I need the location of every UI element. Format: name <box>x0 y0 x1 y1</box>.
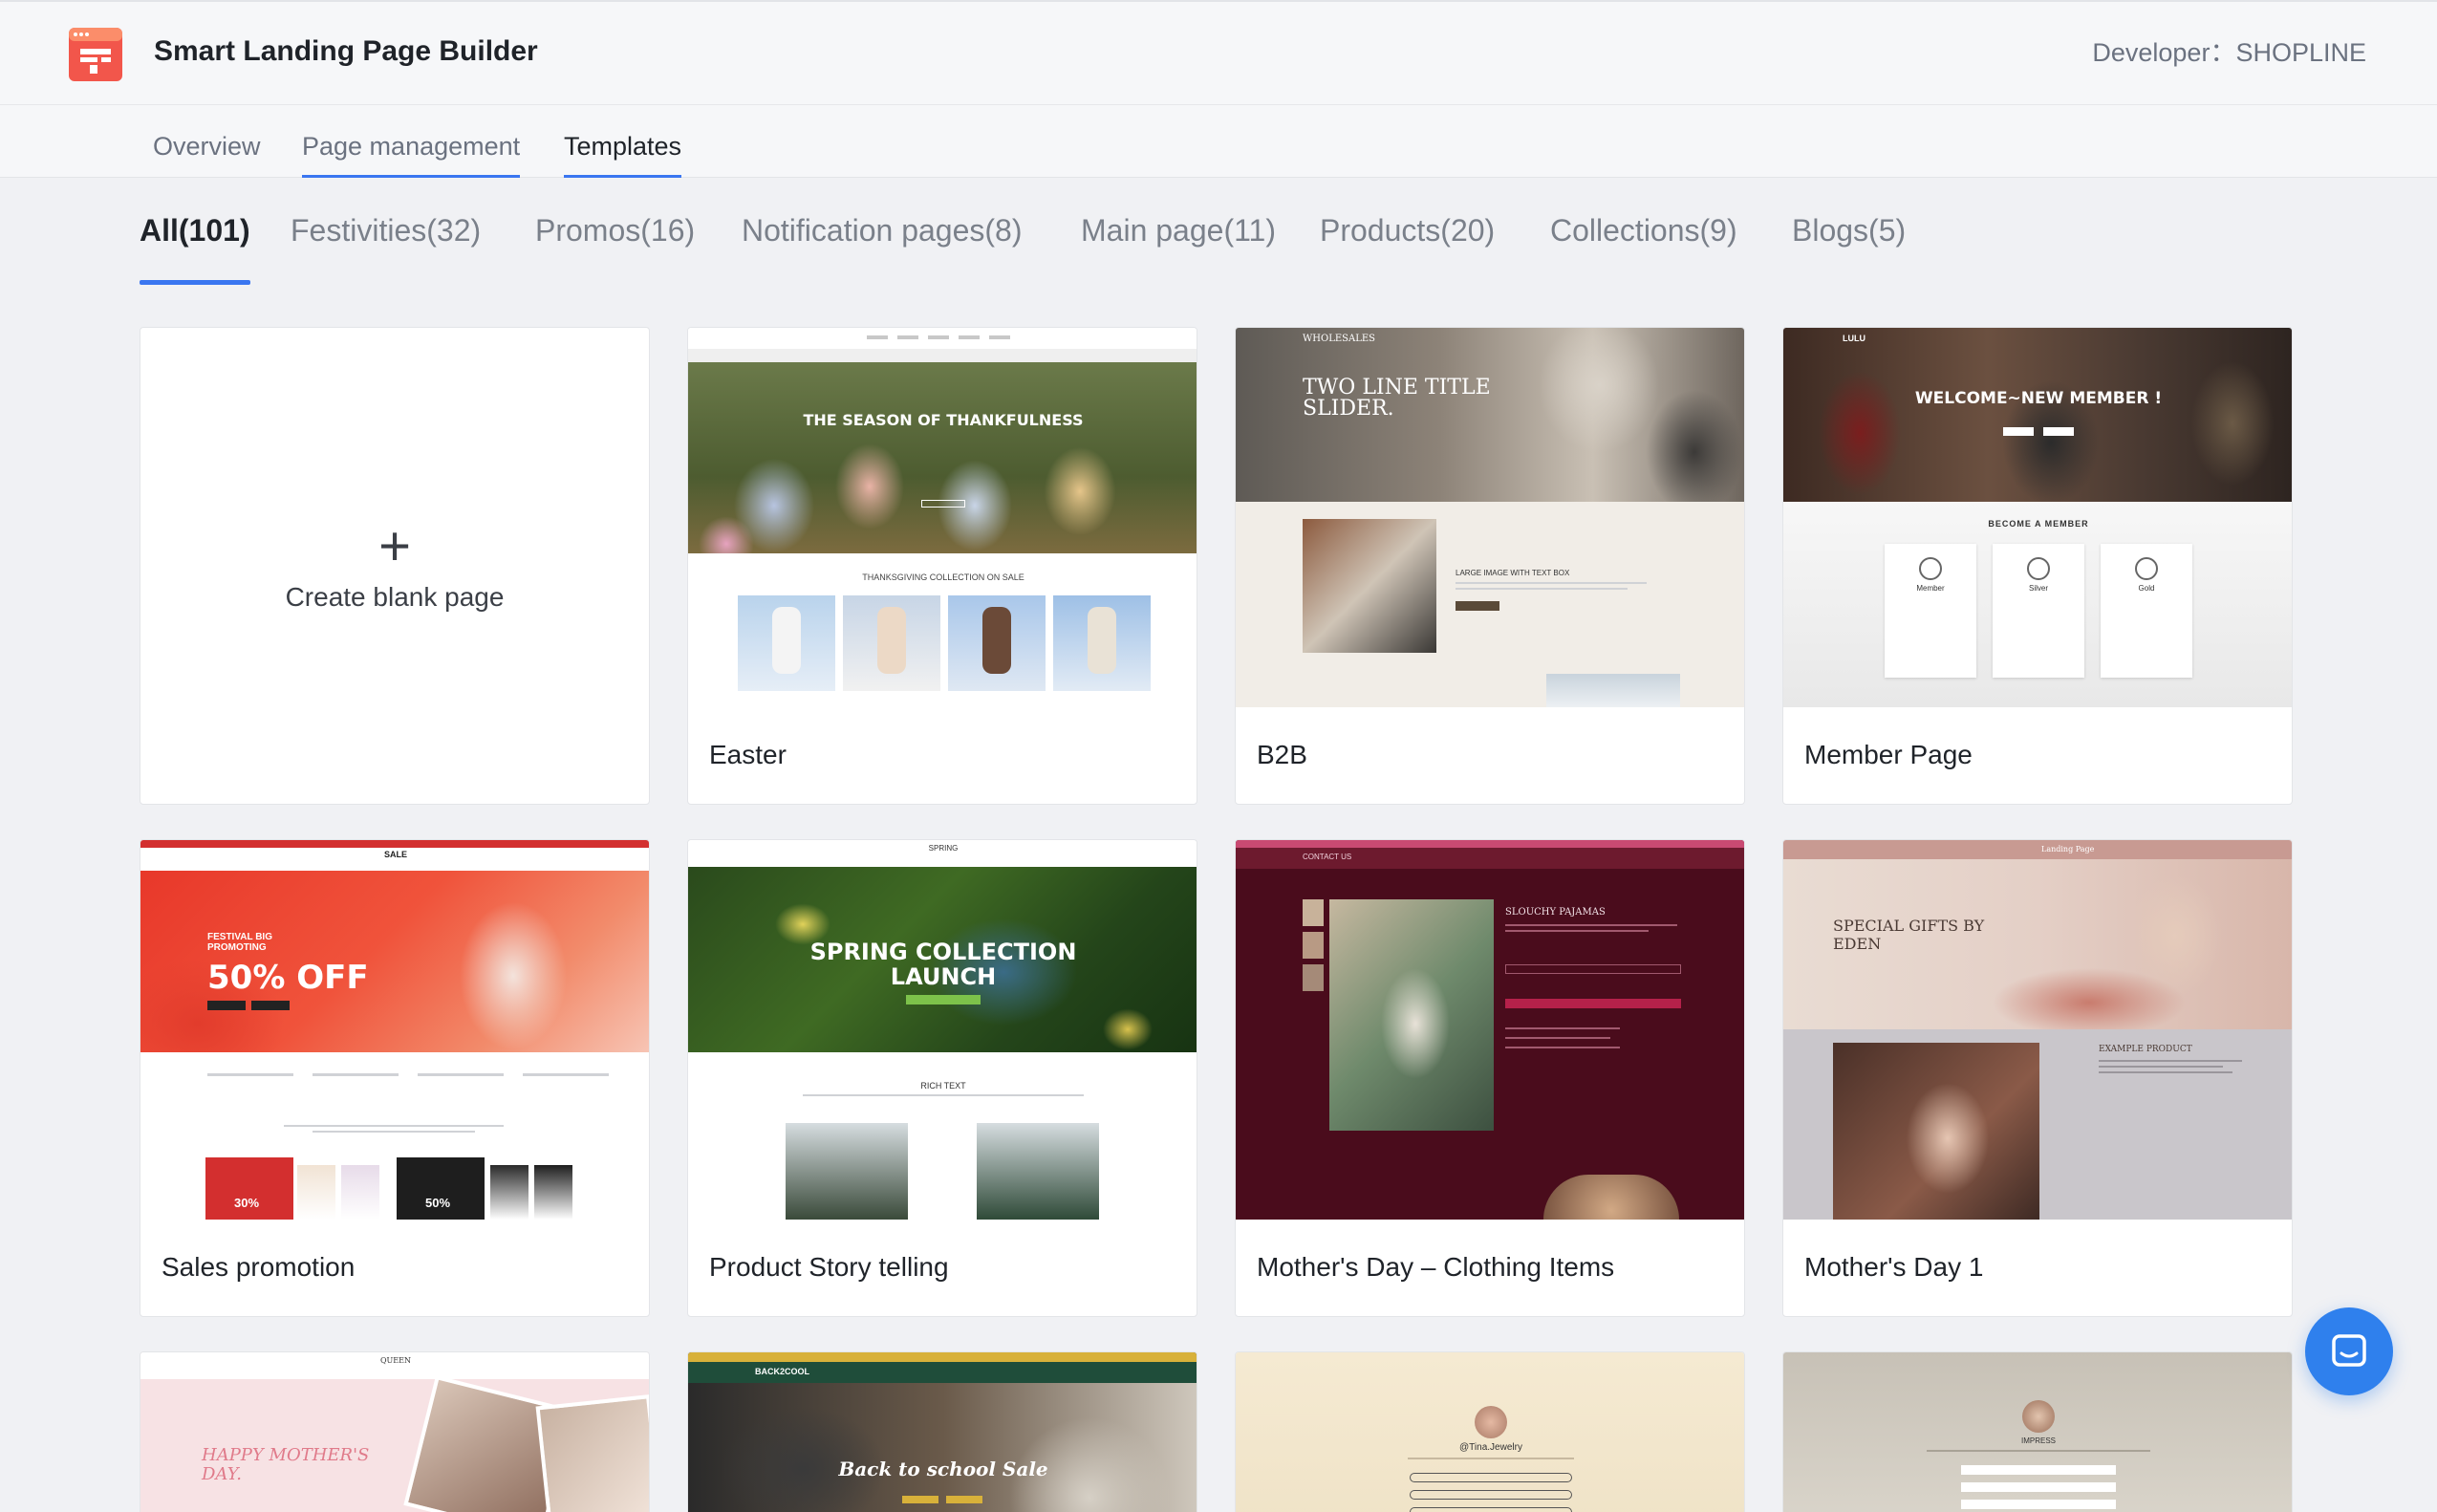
preview-badge: 30% <box>234 1196 260 1210</box>
template-card-product-story-telling[interactable]: SPRING SPRING COLLECTION LAUNCH RICH TEX… <box>687 839 1197 1317</box>
template-card-happy-mothers-day[interactable]: QUEEN HAPPY MOTHER'S DAY. <box>140 1351 650 1512</box>
preview-badge: 50% <box>425 1196 451 1210</box>
preview-headline: @Tina.Jewelry <box>1459 1442 1522 1453</box>
preview-headline: SPECIAL GIFTS BY EDEN <box>1833 917 1985 953</box>
tier-member: Member <box>1916 584 1945 593</box>
template-name: Easter <box>709 740 787 769</box>
tab-templates-label: Templates <box>564 132 682 161</box>
template-card-tina-jewelry[interactable]: @Tina.Jewelry <box>1235 1351 1745 1512</box>
preview-brand: SPRING <box>928 844 959 853</box>
template-preview: @Tina.Jewelry <box>1236 1352 1744 1512</box>
preview-subtitle: THANKSGIVING COLLECTION ON SALE <box>862 572 1024 582</box>
template-card-easter[interactable]: THE SEASON OF THANKFULNESS THANKSGIVING … <box>687 327 1197 805</box>
preview-subtitle: FESTIVAL BIG PROMOTING <box>207 932 272 953</box>
template-card-back-to-school[interactable]: BACK2COOL Back to school Sale <box>687 1351 1197 1512</box>
template-preview: QUEEN HAPPY MOTHER'S DAY. <box>140 1352 649 1512</box>
app-title: Smart Landing Page Builder <box>154 35 538 67</box>
app-header: Smart Landing Page Builder Developer：SHO… <box>0 0 2437 105</box>
category-active-bar <box>140 280 250 285</box>
template-name: Mother's Day – Clothing Items <box>1257 1252 1615 1282</box>
template-name: B2B <box>1257 740 1307 769</box>
template-preview: SPRING SPRING COLLECTION LAUNCH RICH TEX… <box>688 840 1197 1220</box>
template-card-b2b[interactable]: WHOLESALES TWO LINE TITLE SLIDER. LARGE … <box>1235 327 1745 805</box>
chat-button[interactable] <box>2305 1307 2393 1395</box>
chat-icon <box>2332 1334 2366 1367</box>
preview-headline: WELCOME~NEW MEMBER ! <box>1914 389 2163 408</box>
preview-headline: IMPRESS <box>2020 1436 2056 1445</box>
template-preview: IMPRESS <box>1783 1352 2292 1512</box>
template-name: Product Story telling <box>709 1252 949 1282</box>
tab-overview[interactable]: Overview <box>153 128 261 178</box>
template-card-mothers-day-clothing[interactable]: CONTACT US SLOUCHY PAJAMAS Mother's Day … <box>1235 839 1745 1317</box>
template-name: Sales promotion <box>162 1252 356 1282</box>
template-card-impress[interactable]: IMPRESS <box>1782 1351 2293 1512</box>
template-preview: WHOLESALES TWO LINE TITLE SLIDER. LARGE … <box>1236 328 1744 707</box>
preview-subtitle: LARGE IMAGE WITH TEXT BOX <box>1456 569 1570 577</box>
template-preview: BACK2COOL Back to school Sale <box>688 1352 1197 1512</box>
preview-headline: HAPPY MOTHER'S DAY. <box>202 1445 370 1484</box>
create-blank-page-label: Create blank page <box>285 582 505 612</box>
template-preview: THE SEASON OF THANKFULNESS THANKSGIVING … <box>688 328 1197 707</box>
category-main-page[interactable]: Main page(11) <box>1081 210 1276 285</box>
tab-templates[interactable]: Templates <box>564 128 682 178</box>
create-blank-page-card[interactable]: + Create blank page <box>140 327 650 805</box>
developer-info: Developer：SHOPLINE <box>2092 34 2366 71</box>
tier-gold: Gold <box>2138 584 2155 593</box>
developer-label: Developer： <box>2092 38 2236 67</box>
plus-icon: + <box>378 515 411 577</box>
preview-headline: 50% OFF <box>207 959 369 997</box>
preview-subtitle: EXAMPLE PRODUCT <box>2099 1045 2192 1054</box>
template-card-mothers-day-1[interactable]: Landing Page SPECIAL GIFTS BY EDEN EXAMP… <box>1782 839 2293 1317</box>
preview-brand: Landing Page <box>2041 845 2095 853</box>
template-preview: Landing Page SPECIAL GIFTS BY EDEN EXAMP… <box>1783 840 2292 1220</box>
preview-brand: SALE <box>383 850 407 859</box>
category-promos[interactable]: Promos(16) <box>535 210 695 285</box>
preview-subtitle: RICH TEXT <box>920 1081 966 1091</box>
preview-headline: THE SEASON OF THANKFULNESS <box>803 411 1084 429</box>
category-festivities[interactable]: Festivities(32) <box>291 210 481 285</box>
template-preview: CONTACT US SLOUCHY PAJAMAS <box>1236 840 1744 1220</box>
developer-name: SHOPLINE <box>2235 38 2366 67</box>
template-name: Member Page <box>1804 740 1973 769</box>
preview-brand: QUEEN <box>380 1356 411 1365</box>
template-preview: SALE FESTIVAL BIG PROMOTING 50% OFF 30% … <box>140 840 649 1220</box>
template-preview: LULU WELCOME~NEW MEMBER ! BECOME A MEMBE… <box>1783 328 2292 707</box>
category-collections[interactable]: Collections(9) <box>1550 210 1737 285</box>
category-notification-pages[interactable]: Notification pages(8) <box>742 210 1022 285</box>
category-products[interactable]: Products(20) <box>1320 210 1495 285</box>
page-builder-logo-icon <box>69 28 122 81</box>
tier-silver: Silver <box>2028 584 2048 593</box>
category-all[interactable]: All(101) <box>140 210 250 285</box>
template-name: Mother's Day 1 <box>1804 1252 1984 1282</box>
template-card-member-page[interactable]: LULU WELCOME~NEW MEMBER ! BECOME A MEMBE… <box>1782 327 2293 805</box>
preview-brand: BACK2COOL <box>755 1367 810 1376</box>
preview-brand: CONTACT US <box>1303 853 1352 861</box>
preview-headline: SLOUCHY PAJAMAS <box>1505 907 1606 918</box>
preview-headline: Back to school Sale <box>838 1458 1048 1480</box>
preview-brand: LULU <box>1843 334 1865 343</box>
template-card-sales-promotion[interactable]: SALE FESTIVAL BIG PROMOTING 50% OFF 30% … <box>140 839 650 1317</box>
category-all-label: All(101) <box>140 213 250 248</box>
preview-headline: TWO LINE TITLE SLIDER. <box>1303 376 1491 421</box>
tab-page-management[interactable]: Page management <box>302 128 521 178</box>
preview-headline: SPRING COLLECTION LAUNCH <box>809 939 1077 990</box>
tab-underline <box>302 175 521 178</box>
tab-page-management-label: Page management <box>302 132 521 161</box>
preview-brand: WHOLESALES <box>1303 334 1376 344</box>
tab-underline <box>564 175 682 178</box>
sub-nav: Overview Page management Templates <box>0 105 2437 178</box>
category-blogs[interactable]: Blogs(5) <box>1792 210 1906 285</box>
preview-subtitle: BECOME A MEMBER <box>1988 519 2089 529</box>
